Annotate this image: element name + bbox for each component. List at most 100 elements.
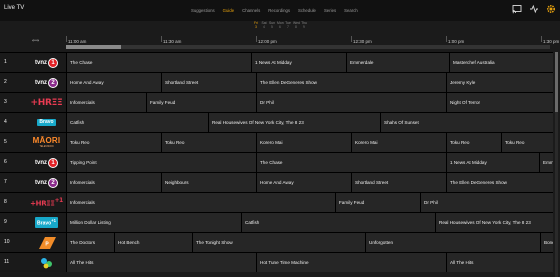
program-cell[interactable]: The Doctors	[66, 233, 114, 252]
channel-number: 9	[0, 213, 27, 232]
day-selector: Fri 3 Sat 4 Sun 5 Mon 6 Tue 7 Wed 8 Thu 9	[253, 21, 313, 35]
program-cell[interactable]: Masterchef Australia	[449, 53, 553, 72]
program-cell[interactable]: Infomercials	[66, 173, 161, 192]
program-cell[interactable]: Home And Away	[256, 173, 351, 192]
program-cell[interactable]: Unforgotten	[365, 233, 540, 252]
tvnz-2-logo[interactable]: tvnz 2	[27, 73, 66, 92]
program-cell[interactable]: Infomercials	[66, 193, 335, 212]
program-cell[interactable]: 1 News At Midday	[251, 53, 346, 72]
program-cell[interactable]: Neighbours	[161, 173, 256, 192]
nav-guide[interactable]: Guide	[223, 8, 234, 13]
nav-series[interactable]: Series	[324, 8, 336, 13]
program-cell[interactable]: Family Feud	[146, 93, 256, 112]
nav-schedule[interactable]: Schedule	[298, 8, 316, 13]
channel-number: 8	[0, 193, 27, 212]
program-cell[interactable]: Hot Tune Time Machine	[256, 253, 446, 272]
vertical-scroll-thumb[interactable]	[555, 52, 558, 112]
tvnz-2-logo[interactable]: tvnz 2	[27, 173, 66, 192]
activity-icon[interactable]	[529, 4, 539, 14]
program-cell[interactable]: Tipping Point	[66, 153, 256, 172]
program-cell[interactable]: The Tonight Show	[192, 233, 365, 252]
program-cell[interactable]: Korero Mai	[256, 133, 351, 152]
program-cell[interactable]: Jeremy Kyle	[446, 73, 553, 92]
program-cell[interactable]: The Ellen DeGeneres Show	[446, 173, 553, 192]
three-plus1-logo[interactable]: +HRΞΞ+1	[27, 193, 66, 212]
main-nav: Suggestions Guide Channels Recordings Sc…	[191, 8, 366, 13]
program-cell[interactable]: Toku Reo	[501, 133, 553, 152]
program-cell[interactable]: Real Housewives Of New York City, The 8 …	[208, 113, 380, 132]
program-cell[interactable]: Toku Reo	[161, 133, 256, 152]
time-tick	[161, 36, 162, 42]
prime-logo[interactable]: P	[27, 233, 66, 252]
channel-number: 10	[0, 233, 27, 252]
program-cell[interactable]: Emmerdale	[346, 53, 449, 72]
program-cell[interactable]: Dr Phil	[420, 193, 553, 212]
program-cell[interactable]: 1 News At Midday	[446, 153, 539, 172]
program-cell[interactable]: Toku Reo	[446, 133, 501, 152]
program-cell[interactable]: Shortland Street	[351, 173, 446, 192]
day-sat[interactable]: Sat 4	[261, 21, 267, 29]
program-cell[interactable]: Dr Phil	[256, 93, 446, 112]
app-title: Live TV	[4, 5, 25, 11]
program-cell[interactable]: All The Hits	[446, 253, 553, 272]
program-cell[interactable]: Family Feud	[335, 193, 420, 212]
channel-row: 2 tvnz 2 Home And Away Shortland Street T…	[0, 72, 553, 92]
channel-number: 7	[0, 173, 27, 192]
nav-recordings[interactable]: Recordings	[268, 8, 290, 13]
channel-row: 1 tvnz 1 The Chase 1 News At Midday Emmer…	[0, 52, 553, 72]
time-tick	[351, 36, 352, 42]
program-cell[interactable]: Bones	[540, 233, 553, 252]
settings-icon[interactable]	[546, 4, 556, 14]
program-cell[interactable]: Catfish	[66, 113, 208, 132]
nav-search[interactable]: Search	[344, 8, 358, 13]
maori-television-logo[interactable]: MĀORI TELEVISION	[27, 133, 66, 152]
bravo-plus1-logo[interactable]: Bravo+1	[27, 213, 66, 232]
nav-channels[interactable]: Channels	[242, 8, 260, 13]
channel-number: 11	[0, 253, 27, 272]
program-cell[interactable]: Real Housewives Of New York City, The 8 …	[435, 213, 553, 232]
cast-icon[interactable]	[512, 4, 522, 14]
horizontal-scrollbar[interactable]	[66, 45, 550, 49]
time-label: 12:00 pm	[258, 39, 277, 44]
vertical-scrollbar[interactable]	[555, 52, 558, 277]
tvnz-1-logo[interactable]: tvnz 1	[27, 53, 66, 72]
program-cell[interactable]: All The Hits	[66, 253, 256, 272]
program-cell[interactable]: Shortland Street	[161, 73, 256, 92]
program-cell[interactable]: Million Dollar Listing	[66, 213, 241, 232]
program-cell[interactable]: Hot Bench	[114, 233, 192, 252]
day-wed[interactable]: Wed 8	[293, 21, 300, 29]
program-cell[interactable]: Emme	[539, 153, 553, 172]
time-label: 1:00 pm	[448, 39, 465, 44]
program-cell[interactable]: Shahs Of Sunset	[380, 113, 553, 132]
program-cell[interactable]: Night Of Terror	[446, 93, 553, 112]
top-bar: Live TV Suggestions Guide Channels Recor…	[0, 0, 560, 21]
program-cell[interactable]: The Ellen DeGeneres Show	[256, 73, 446, 92]
tvnz-1-logo[interactable]: tvnz 1	[27, 153, 66, 172]
channel-row: 10 P The Doctors Hot Bench The Tonight S…	[0, 232, 553, 252]
day-fri[interactable]: Fri 3	[253, 21, 259, 29]
time-tick	[66, 36, 67, 42]
bravo-logo[interactable]: Bravo	[27, 113, 66, 132]
program-cell[interactable]: Home And Away	[66, 73, 161, 92]
day-tue[interactable]: Tue 7	[285, 21, 291, 29]
program-cell[interactable]: Korero Mai	[351, 133, 446, 152]
expand-icon[interactable]: ⟺	[32, 38, 39, 44]
channel-number: 4	[0, 113, 27, 132]
day-sun[interactable]: Sun 5	[269, 21, 275, 29]
program-cell[interactable]: Catfish	[241, 213, 435, 232]
nav-suggestions[interactable]: Suggestions	[191, 8, 215, 13]
day-mon[interactable]: Mon 6	[277, 21, 284, 29]
program-cell[interactable]: The Chase	[256, 153, 446, 172]
three-logo[interactable]: +HRΞΞ	[27, 93, 66, 112]
channel-row: 3 +HRΞΞ Infomercials Family Feud Dr Phil…	[0, 92, 553, 112]
time-tick	[256, 36, 257, 42]
day-thu[interactable]: Thu 9	[301, 21, 307, 29]
program-cell[interactable]: The Chase	[66, 53, 251, 72]
horizontal-scroll-thumb[interactable]	[66, 45, 121, 49]
program-cell[interactable]: Infomercials	[66, 93, 146, 112]
time-tick	[446, 36, 447, 42]
channel-number: 1	[0, 53, 27, 72]
program-cell[interactable]: Toku Reo	[66, 133, 161, 152]
channel-row: 9 Bravo+1 Million Dollar Listing Catfish…	[0, 212, 553, 232]
the-edge-logo[interactable]	[27, 253, 66, 272]
